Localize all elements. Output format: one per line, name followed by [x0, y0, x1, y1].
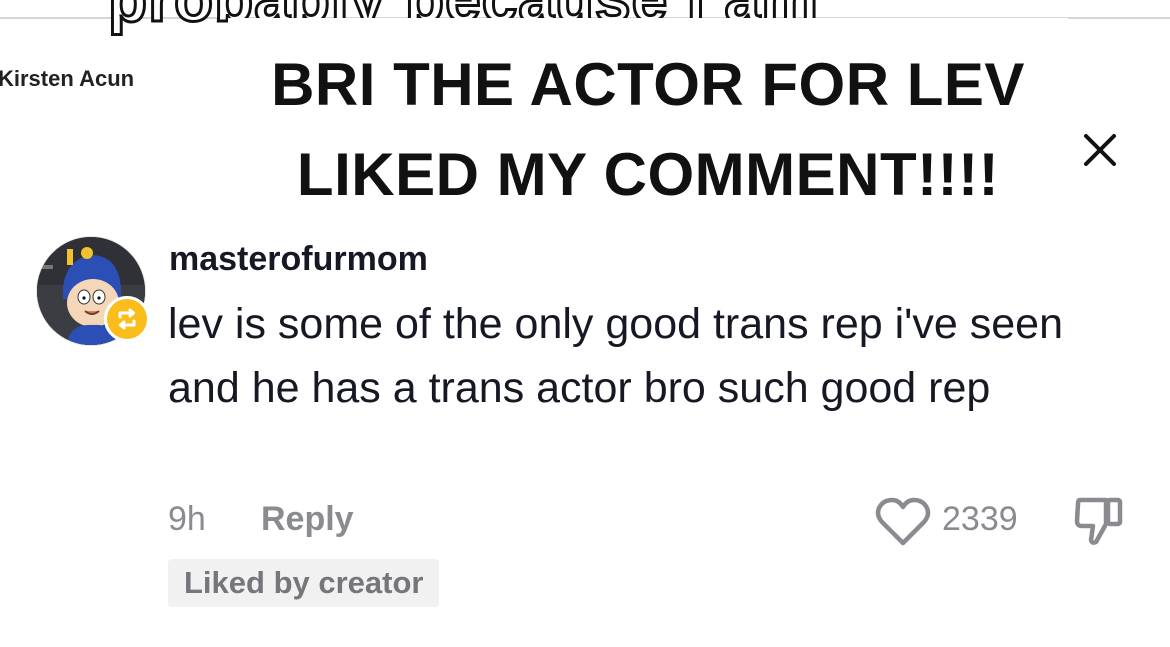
- caption-line-2: LIKED MY COMMENT!!!!: [296, 141, 1000, 208]
- like-count: 2339: [942, 500, 1018, 538]
- close-button[interactable]: [1080, 130, 1120, 170]
- thumbs-down-icon: [1074, 497, 1123, 545]
- like-button[interactable]: [874, 496, 932, 548]
- heart-outline-icon: [875, 497, 931, 546]
- comment-username[interactable]: masterofurmom: [169, 240, 428, 279]
- comment-text: lev is some of the only good trans rep i…: [168, 300, 1063, 412]
- repost-icon: [118, 308, 136, 330]
- background-author-name: Kirsten Acun: [0, 66, 135, 91]
- overlay-caption: BRI THE ACTOR FOR LEV LIKED MY COMMENT!!…: [228, 40, 1068, 220]
- repost-badge: [104, 296, 150, 342]
- dislike-button[interactable]: [1072, 494, 1128, 550]
- reply-button[interactable]: Reply: [261, 500, 354, 539]
- close-icon: [1084, 134, 1116, 166]
- liked-by-creator-badge: Liked by creator: [168, 559, 440, 607]
- caption-line-1: BRI THE ACTOR FOR LEV: [271, 51, 1025, 118]
- comment-timestamp: 9h: [168, 500, 206, 538]
